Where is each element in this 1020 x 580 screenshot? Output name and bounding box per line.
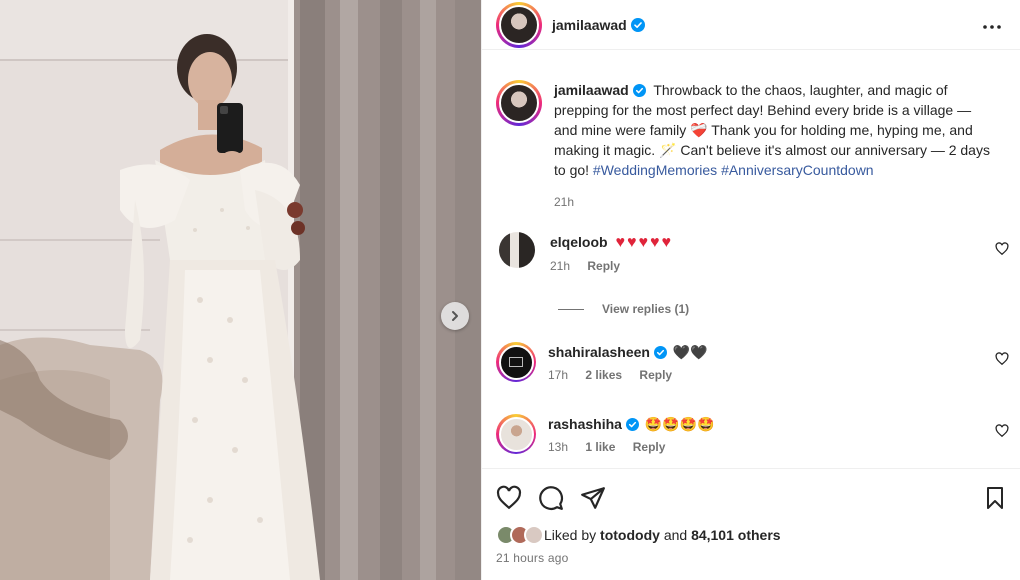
heart-icon[interactable] xyxy=(995,242,1009,256)
comment-username[interactable]: rashashiha xyxy=(548,416,622,432)
hashtag-link[interactable]: #AnniversaryCountdown xyxy=(721,162,874,178)
comment-likes-count[interactable]: 1 like xyxy=(585,440,615,454)
author-username[interactable]: jamilaawad xyxy=(552,17,627,33)
commenter-avatar[interactable] xyxy=(496,414,536,454)
verified-badge-icon xyxy=(653,346,667,359)
caption-emoji-1: ❤️‍🩹 xyxy=(690,122,708,138)
reply-button[interactable]: Reply xyxy=(587,259,620,273)
verified-badge-icon xyxy=(630,17,645,32)
comment-item: shahiralasheen 🖤🖤 17h 2 likes Reply xyxy=(482,342,1020,382)
post-timestamp[interactable]: 21 hours ago xyxy=(496,551,1007,565)
liker-username[interactable]: totodody xyxy=(600,527,660,543)
comment-timestamp[interactable]: 21h xyxy=(550,259,570,273)
heart-icon[interactable] xyxy=(995,424,1009,438)
commenter-avatar[interactable] xyxy=(499,232,535,268)
like-button[interactable] xyxy=(496,485,522,511)
likes-and: and xyxy=(663,527,688,543)
verified-badge-icon xyxy=(625,418,639,431)
action-buttons-row xyxy=(496,483,1007,513)
view-replies-label: View replies (1) xyxy=(602,302,690,316)
share-icon xyxy=(581,487,605,509)
comment-timestamp[interactable]: 13h xyxy=(548,440,568,454)
comment-username[interactable]: elqeloob xyxy=(550,234,608,250)
verified-badge-icon xyxy=(632,84,646,97)
comment-username[interactable]: shahiralasheen xyxy=(548,344,650,360)
more-options-button[interactable] xyxy=(978,13,1006,37)
comment-text: 🖤🖤 xyxy=(672,344,708,360)
liker-avatars xyxy=(496,525,544,545)
chevron-right-icon xyxy=(452,311,458,321)
comment-timestamp[interactable]: 17h xyxy=(548,368,568,382)
comment-body: shahiralasheen 🖤🖤 17h 2 likes Reply xyxy=(548,342,968,382)
caption-meta: 21h xyxy=(554,192,994,212)
caption-emoji-2: 🪄 xyxy=(659,142,677,158)
caption-username[interactable]: jamilaawad xyxy=(554,82,629,98)
heart-icon xyxy=(496,485,522,510)
comment-body: elqeloob ♥♥♥♥♥ 21h Reply xyxy=(550,232,970,273)
comment-item: rashashiha 🤩🤩🤩🤩 13h 1 like Reply xyxy=(482,414,1020,454)
post-caption: jamilaawad Throwback to the chaos, laugh… xyxy=(482,80,1008,212)
post-details-panel: jamilaawad jamilaawad Throwback to the c… xyxy=(481,0,1020,580)
caption-timestamp[interactable]: 21h xyxy=(554,195,574,209)
bookmark-icon xyxy=(987,487,1003,509)
commenter-avatar[interactable] xyxy=(496,342,536,382)
comment-item: elqeloob ♥♥♥♥♥ 21h Reply xyxy=(482,232,1020,273)
comment-body: rashashiha 🤩🤩🤩🤩 13h 1 like Reply xyxy=(548,414,968,454)
hashtag-link[interactable]: #WeddingMemories xyxy=(593,162,717,178)
likes-summary: Liked by totodody and 84,101 others xyxy=(496,525,1007,545)
share-button[interactable] xyxy=(580,485,606,511)
comment-likes-count[interactable]: 2 likes xyxy=(585,368,622,382)
comment-meta: 21h Reply xyxy=(550,259,970,273)
caption-body: jamilaawad Throwback to the chaos, laugh… xyxy=(554,80,994,212)
post-media[interactable] xyxy=(0,0,481,580)
heart-icon[interactable] xyxy=(995,352,1009,366)
reply-button[interactable]: Reply xyxy=(633,440,666,454)
likes-others-count[interactable]: 84,101 others xyxy=(691,527,781,543)
likes-prefix: Liked by xyxy=(544,527,597,543)
reply-button[interactable]: Reply xyxy=(639,368,672,382)
more-horizontal-icon xyxy=(983,24,1001,29)
caption-author-avatar[interactable] xyxy=(496,80,542,126)
comment-icon xyxy=(539,486,563,510)
post-photo xyxy=(0,0,481,580)
comment-text: 🤩🤩🤩🤩 xyxy=(644,416,715,432)
next-image-button[interactable] xyxy=(441,302,469,330)
liker-avatar xyxy=(524,525,544,545)
caption-text: jamilaawad Throwback to the chaos, laugh… xyxy=(554,80,994,180)
post-actions: Liked by totodody and 84,101 others 21 h… xyxy=(482,468,1020,565)
comment-meta: 17h 2 likes Reply xyxy=(548,368,968,382)
view-replies-button[interactable]: View replies (1) xyxy=(558,302,689,316)
author-avatar[interactable] xyxy=(496,1,542,48)
comment-button[interactable] xyxy=(538,485,564,511)
post-header: jamilaawad xyxy=(482,0,1020,50)
comment-text: ♥♥♥♥♥ xyxy=(615,234,673,251)
comment-meta: 13h 1 like Reply xyxy=(548,440,968,454)
comments-scroll-area[interactable]: jamilaawad Throwback to the chaos, laugh… xyxy=(482,68,1020,468)
save-button[interactable] xyxy=(983,485,1007,511)
reply-divider xyxy=(558,308,584,310)
